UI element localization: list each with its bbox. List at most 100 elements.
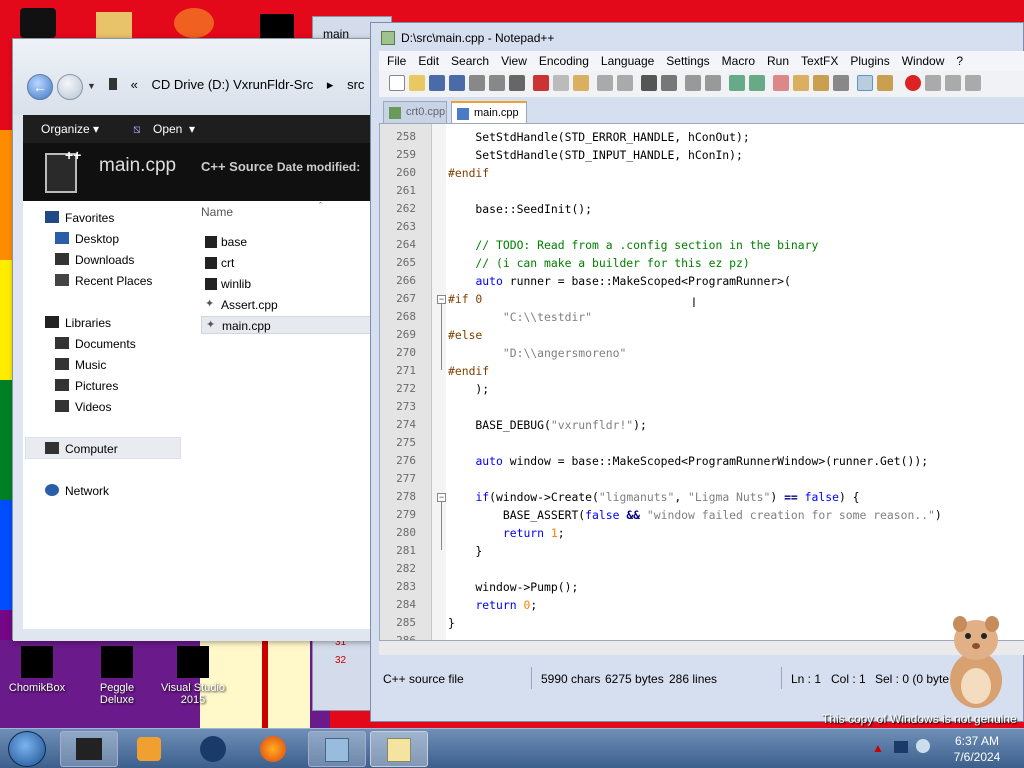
column-header-name[interactable]: Name bbox=[201, 205, 233, 219]
nav-music[interactable]: Music bbox=[55, 358, 106, 372]
replace-icon[interactable] bbox=[661, 75, 677, 91]
taskbar-window[interactable] bbox=[308, 731, 366, 767]
desktop-icon-visual-studio[interactable]: Visual Studio 2015 bbox=[158, 646, 228, 706]
code-line[interactable]: window->Pump(); bbox=[448, 580, 578, 594]
taskbar-app[interactable] bbox=[184, 731, 242, 767]
code-line[interactable]: } bbox=[448, 616, 455, 630]
menu-file[interactable]: File bbox=[379, 51, 410, 68]
code-line[interactable]: base::SeedInit(); bbox=[448, 202, 592, 216]
nav-documents[interactable]: Documents bbox=[55, 337, 136, 351]
open-button[interactable]: Open ▾ bbox=[153, 122, 195, 136]
code-line[interactable]: auto runner = base::MakeScoped<ProgramRu… bbox=[448, 274, 790, 288]
run-macro-multiple-icon[interactable] bbox=[965, 75, 981, 91]
file-item-base[interactable]: base bbox=[201, 233, 371, 251]
close-all-icon[interactable] bbox=[489, 75, 505, 91]
paste-icon[interactable] bbox=[573, 75, 589, 91]
code-line[interactable]: // TODO: Read from a .config section in … bbox=[448, 238, 818, 252]
tab-crt0[interactable]: crt0.cpp bbox=[383, 101, 447, 123]
start-button[interactable] bbox=[8, 731, 46, 767]
nav-recent-places[interactable]: Recent Places bbox=[55, 274, 152, 288]
all-chars-icon[interactable] bbox=[793, 75, 809, 91]
record-macro-icon[interactable] bbox=[905, 75, 921, 91]
menu-language[interactable]: Language bbox=[593, 51, 658, 68]
code-line[interactable]: return 0; bbox=[448, 598, 537, 612]
stop-macro-icon[interactable] bbox=[925, 75, 941, 91]
undo-icon[interactable] bbox=[597, 75, 613, 91]
horizontal-scrollbar[interactable] bbox=[379, 641, 1024, 655]
fold-toggle-icon[interactable]: − bbox=[437, 493, 446, 502]
breadcrumb-arrow-icon[interactable]: ▸ bbox=[327, 77, 334, 92]
desktop-icon-top[interactable] bbox=[96, 12, 132, 38]
code-line[interactable]: BASE_DEBUG("vxrunfldr!"); bbox=[448, 418, 646, 432]
play-macro-icon[interactable] bbox=[945, 75, 961, 91]
code-line[interactable]: #endif bbox=[448, 364, 489, 378]
code-line[interactable]: } bbox=[448, 544, 482, 558]
desktop-icon-top[interactable] bbox=[20, 8, 56, 38]
zoom-in-icon[interactable] bbox=[685, 75, 701, 91]
redo-icon[interactable] bbox=[617, 75, 633, 91]
taskbar-notepad-plus-plus[interactable] bbox=[370, 731, 428, 767]
pilcrow-icon[interactable] bbox=[833, 75, 849, 91]
save-icon[interactable] bbox=[429, 75, 445, 91]
code-editor[interactable]: 258 259 260 261 262 263 264 265 266 267 268 269 270 2… bbox=[379, 123, 1024, 641]
nav-network[interactable]: Network bbox=[45, 484, 109, 498]
code-line[interactable]: "D:\\angersmoreno" bbox=[448, 346, 626, 360]
nav-desktop[interactable]: Desktop bbox=[55, 232, 119, 246]
menu-search[interactable]: Search bbox=[443, 51, 493, 68]
nav-libraries[interactable]: Libraries bbox=[45, 316, 111, 330]
code-line[interactable]: return 1; bbox=[448, 526, 565, 540]
code-line[interactable]: #else bbox=[448, 328, 482, 342]
sync-h-icon[interactable] bbox=[749, 75, 765, 91]
back-button[interactable]: ← bbox=[27, 74, 53, 100]
open-file-icon[interactable] bbox=[409, 75, 425, 91]
breadcrumb-drive[interactable]: CD Drive (D:) VxrunFldr-Src bbox=[151, 77, 313, 92]
zoom-out-icon[interactable] bbox=[705, 75, 721, 91]
menu-macro[interactable]: Macro bbox=[714, 51, 759, 68]
nav-videos[interactable]: Videos bbox=[55, 400, 111, 414]
menu-plugins[interactable]: Plugins bbox=[842, 51, 893, 68]
new-file-icon[interactable] bbox=[389, 75, 405, 91]
code-line[interactable]: ); bbox=[448, 382, 489, 396]
code-line[interactable]: #endif bbox=[448, 166, 489, 180]
menu-run[interactable]: Run bbox=[759, 51, 793, 68]
taskbar-media-player[interactable] bbox=[120, 731, 178, 767]
wrap-icon[interactable] bbox=[773, 75, 789, 91]
fold-toggle-icon[interactable]: − bbox=[437, 295, 446, 304]
tab-main[interactable]: main.cpp bbox=[451, 101, 527, 123]
menu-window[interactable]: Window bbox=[894, 51, 949, 68]
code-line[interactable]: if(window->Create("ligmanuts", "Ligma Nu… bbox=[448, 490, 859, 504]
close-icon[interactable] bbox=[469, 75, 485, 91]
copy-icon[interactable] bbox=[553, 75, 569, 91]
code-line[interactable]: auto window = base::MakeScoped<ProgramRu… bbox=[448, 454, 928, 468]
nav-computer[interactable]: Computer bbox=[45, 442, 118, 456]
notepad-plus-plus-window[interactable]: D:\src\main.cpp - Notepad++ File Edit Sear… bbox=[370, 22, 1024, 722]
system-clock[interactable]: 6:37 AM 7/6/2024 bbox=[942, 733, 1012, 765]
find-icon[interactable] bbox=[641, 75, 657, 91]
recent-dropdown-icon[interactable]: ▼ bbox=[87, 81, 96, 91]
menu-encoding[interactable]: Encoding bbox=[531, 51, 593, 68]
function-list-icon[interactable] bbox=[877, 75, 893, 91]
nav-pictures[interactable]: Pictures bbox=[55, 379, 118, 393]
code-line[interactable]: // (i can make a builder for this ez pz) bbox=[448, 256, 749, 270]
code-line[interactable]: BASE_ASSERT(false && "window failed crea… bbox=[448, 508, 942, 522]
tray-warning-icon[interactable]: ▲ bbox=[872, 741, 884, 755]
doc-map-icon[interactable] bbox=[857, 75, 873, 91]
indent-guide-icon[interactable] bbox=[813, 75, 829, 91]
save-all-icon[interactable] bbox=[449, 75, 465, 91]
taskbar-explorer[interactable] bbox=[60, 731, 118, 767]
code-line[interactable]: #if 0 bbox=[448, 292, 482, 306]
taskbar-firefox[interactable] bbox=[244, 731, 302, 767]
file-item-main-selected[interactable]: ✦ main.cpp bbox=[201, 316, 371, 334]
file-item-assert[interactable]: ✦ Assert.cpp bbox=[201, 296, 371, 314]
breadcrumb-src[interactable]: src bbox=[347, 77, 364, 92]
menu-help[interactable]: ? bbox=[948, 51, 967, 68]
nav-downloads[interactable]: Downloads bbox=[55, 253, 134, 267]
code-line[interactable]: "C:\\testdir" bbox=[448, 310, 592, 324]
desktop-icon-peggle[interactable]: Peggle Deluxe bbox=[82, 646, 152, 706]
cut-icon[interactable] bbox=[533, 75, 549, 91]
sync-v-icon[interactable] bbox=[729, 75, 745, 91]
nav-favorites[interactable]: Favorites bbox=[45, 211, 114, 225]
explorer-window[interactable]: ← ▼ « CD Drive (D:) VxrunFldr-Src ▸ src … bbox=[12, 38, 375, 641]
menu-settings[interactable]: Settings bbox=[658, 51, 713, 68]
menu-view[interactable]: View bbox=[493, 51, 531, 68]
